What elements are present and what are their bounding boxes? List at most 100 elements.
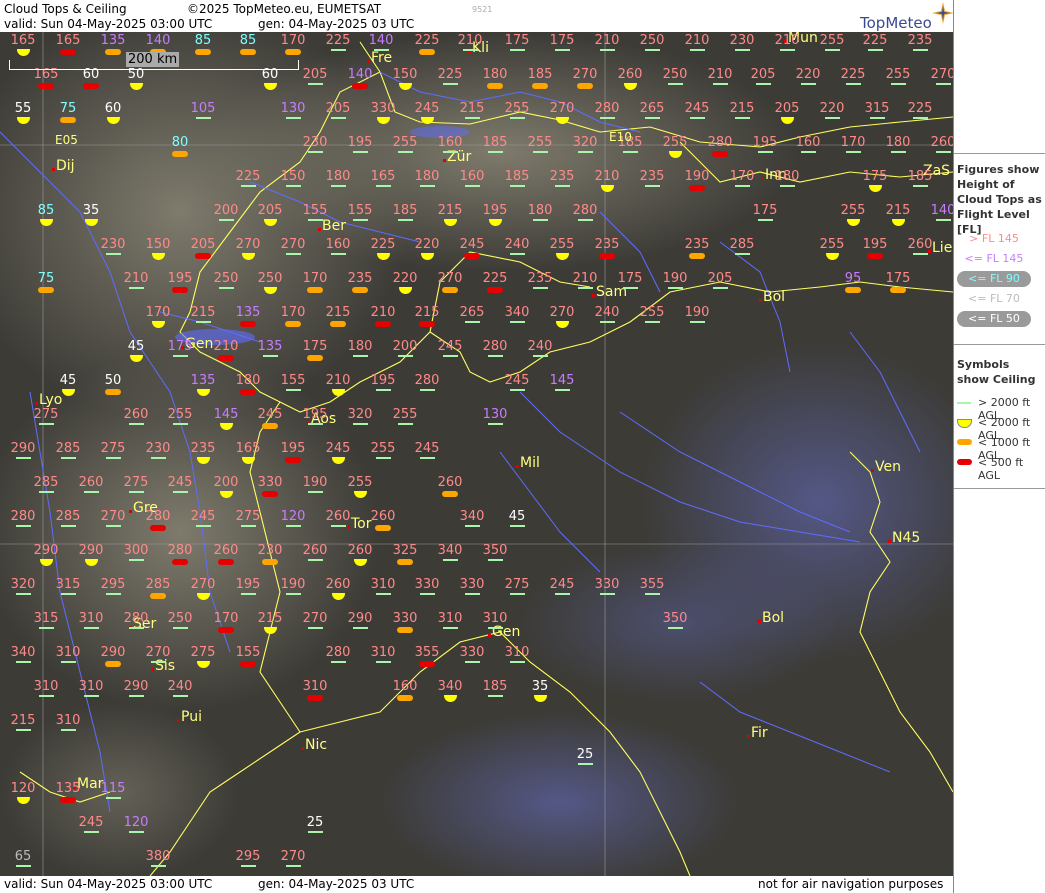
legend-level-label: > FL 145 bbox=[969, 232, 1019, 245]
cloud-top-value: 275 bbox=[33, 407, 59, 422]
cloud-top-value: 250 bbox=[662, 67, 688, 82]
cloud-top-value: 155 bbox=[302, 203, 328, 218]
ceiling-high-line-icon bbox=[465, 661, 480, 663]
legend-ceiling-title: Symbols show Ceiling bbox=[957, 358, 1036, 386]
ceiling-high-line-icon bbox=[465, 593, 480, 595]
ceiling-below-1000-icon bbox=[487, 83, 503, 89]
cloud-top-value: 280 bbox=[572, 203, 598, 218]
cloud-top-value: 130 bbox=[482, 407, 508, 422]
ceiling-high-line-icon bbox=[376, 593, 391, 595]
ceiling-high-line-icon bbox=[241, 593, 256, 595]
town-marker bbox=[888, 540, 891, 543]
cloud-top-value: 215 bbox=[729, 101, 755, 116]
town-marker bbox=[758, 620, 761, 623]
ceiling-high-line-icon bbox=[374, 49, 389, 51]
cloud-top-value: 215 bbox=[190, 305, 216, 320]
ceiling-high-line-icon bbox=[61, 593, 76, 595]
cloud-top-value: 270 bbox=[302, 611, 328, 626]
ceiling-high-line-icon bbox=[758, 219, 773, 221]
ceiling-high-line-icon bbox=[106, 457, 121, 459]
cloud-top-value: 270 bbox=[437, 271, 463, 286]
cloud-top-value: 210 bbox=[213, 339, 239, 354]
ceiling-high-line-icon bbox=[16, 593, 31, 595]
cloud-top-value: 250 bbox=[213, 271, 239, 286]
ceiling-below-500-icon bbox=[375, 321, 391, 327]
map-background bbox=[0, 32, 953, 876]
ceiling-high-line-icon bbox=[61, 457, 76, 459]
cloud-top-value: 255 bbox=[370, 441, 396, 456]
cloud-top-value: 235 bbox=[639, 169, 665, 184]
ceiling-high-line-icon bbox=[129, 423, 144, 425]
ceiling-high-line-icon bbox=[555, 593, 570, 595]
cloud-top-value: 45 bbox=[59, 373, 77, 388]
cloud-top-value: 290 bbox=[78, 543, 104, 558]
town-marker bbox=[347, 526, 350, 529]
compass-star-icon bbox=[932, 2, 954, 24]
cloud-top-value: 295 bbox=[100, 577, 126, 592]
cloud-top-value: 170 bbox=[280, 305, 306, 320]
ceiling-high-line-icon bbox=[891, 83, 906, 85]
cloud-top-value: 195 bbox=[370, 373, 396, 388]
cloud-top-value: 255 bbox=[840, 203, 866, 218]
ceiling-high-line-icon bbox=[555, 185, 570, 187]
ceiling-high-line-icon bbox=[488, 559, 503, 561]
cloud-top-value: 330 bbox=[370, 101, 396, 116]
ceiling-high-line-icon bbox=[308, 423, 323, 425]
town-label: Ber bbox=[322, 218, 346, 234]
cloud-top-value: 175 bbox=[549, 33, 575, 48]
cloud-top-value: 270 bbox=[100, 509, 126, 524]
ceiling-below-1000-icon bbox=[352, 287, 368, 293]
cloud-top-value: 255 bbox=[347, 475, 373, 490]
ceiling-high-line-icon bbox=[488, 627, 503, 629]
ceiling-below-500-icon bbox=[218, 355, 234, 361]
ceiling-below-500-icon bbox=[240, 389, 256, 395]
ceiling-below-1000-icon bbox=[285, 321, 301, 327]
ceiling-high-line-icon bbox=[241, 865, 256, 867]
ceiling-high-line-icon bbox=[398, 151, 413, 153]
cloud-top-value: 310 bbox=[55, 645, 81, 660]
cloud-top-value: 145 bbox=[213, 407, 239, 422]
cloud-top-value: 160 bbox=[392, 679, 418, 694]
town-label: Pui bbox=[181, 709, 202, 725]
cloud-top-value: 350 bbox=[662, 611, 688, 626]
cloud-top-value: 250 bbox=[257, 271, 283, 286]
cloud-top-value: 210 bbox=[774, 33, 800, 48]
cloud-top-value: 260 bbox=[213, 543, 239, 558]
ceiling-high-line-icon bbox=[106, 525, 121, 527]
cloud-top-value: 210 bbox=[594, 169, 620, 184]
generated-time: gen: 04-May-2025 03 UTC bbox=[258, 17, 415, 31]
ceiling-below-500-icon bbox=[240, 661, 256, 667]
cloud-top-value: 50 bbox=[104, 373, 122, 388]
ceiling-high-line-icon bbox=[308, 151, 323, 153]
cloud-top-value: 250 bbox=[167, 611, 193, 626]
ceiling-high-line-icon bbox=[645, 117, 660, 119]
cloud-top-value: 195 bbox=[752, 135, 778, 150]
cloud-top-value: 175 bbox=[167, 339, 193, 354]
ceiling-high-line-icon bbox=[690, 49, 705, 51]
cloud-top-value: 220 bbox=[819, 101, 845, 116]
satellite-map[interactable]: Kli Mun Fre Dij Zür Inn ZaS Ber Lie Sam Bol Gen Lyo A… bbox=[0, 32, 953, 876]
ceiling-high-line-icon bbox=[578, 763, 593, 765]
cloud-top-value: 285 bbox=[729, 237, 755, 252]
cloud-top-value: 195 bbox=[302, 407, 328, 422]
cloud-top-value: 355 bbox=[414, 645, 440, 660]
cloud-top-value: 260 bbox=[325, 509, 351, 524]
cloud-top-value: 310 bbox=[78, 611, 104, 626]
cloud-top-value: 180 bbox=[774, 169, 800, 184]
legend-level-label: <= FL 50 bbox=[968, 312, 1020, 325]
cloud-top-value: 135 bbox=[55, 781, 81, 796]
cloud-top-value: 210 bbox=[123, 271, 149, 286]
ceiling-below-1000-icon bbox=[307, 355, 323, 361]
town-label: Ven bbox=[875, 459, 901, 475]
cloud-top-value: 310 bbox=[55, 713, 81, 728]
ceiling-below-500-icon bbox=[218, 559, 234, 565]
cloud-top-value: 235 bbox=[594, 237, 620, 252]
cloud-top-value: 190 bbox=[684, 305, 710, 320]
ceiling-high-line-icon bbox=[353, 627, 368, 629]
ceiling-high-line-icon bbox=[868, 49, 883, 51]
ceiling-high-line-icon bbox=[510, 321, 525, 323]
cloud-top-value: 230 bbox=[729, 33, 755, 48]
cloud-top-value: 260 bbox=[347, 543, 373, 558]
cloud-top-value: 45 bbox=[127, 339, 145, 354]
cloud-top-value: 175 bbox=[862, 169, 888, 184]
